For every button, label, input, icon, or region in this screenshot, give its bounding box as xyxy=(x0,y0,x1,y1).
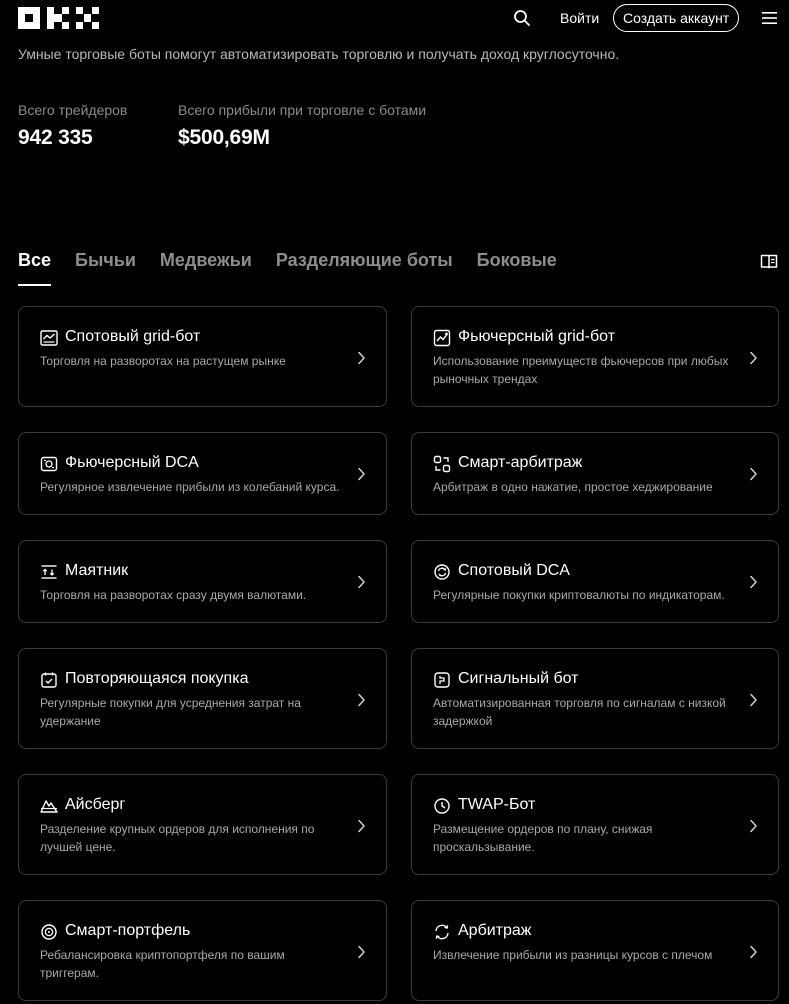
login-link[interactable]: Войти xyxy=(560,10,599,26)
chevron-right-icon xyxy=(750,575,757,589)
tab-split-bots[interactable]: Разделяющие боты xyxy=(276,250,453,286)
stat-label: Всего прибыли при торговле с ботами xyxy=(178,102,427,118)
card-description: Размещение ордеров по плану, снижая прос… xyxy=(433,822,653,854)
chevron-right-icon xyxy=(750,351,757,365)
bot-card[interactable]: Айсберг Разделение крупных ордеров для ис… xyxy=(18,774,387,875)
spot-dca-icon xyxy=(434,564,450,580)
futures-dca-icon xyxy=(40,456,58,472)
chevron-right-icon xyxy=(358,693,365,707)
chevron-right-icon xyxy=(358,945,365,959)
card-title: TWAP-Бот xyxy=(458,796,536,813)
card-description: Разделение крупных ордеров для исполнени… xyxy=(40,822,315,854)
bot-card[interactable]: Спотовый grid-бот Торговля на разворотах … xyxy=(18,306,387,407)
pendulum-icon xyxy=(41,565,57,579)
chevron-right-icon xyxy=(358,351,365,365)
card-title: Фьючерсный grid-бот xyxy=(458,328,616,345)
smart-arbitrage-icon xyxy=(433,455,451,473)
card-description: Извлечение прибыли из разницы курсов с п… xyxy=(433,948,713,962)
card-title: Смарт-арбитраж xyxy=(458,454,583,471)
card-title: Спотовый DCA xyxy=(458,562,570,579)
card-description: Торговля на разворотах на растущем рынке xyxy=(40,354,286,368)
card-title: Айсберг xyxy=(65,796,126,813)
recurring-buy-icon xyxy=(41,672,57,688)
chevron-right-icon xyxy=(750,819,757,833)
card-description: Регулярные покупки для усреднения затрат… xyxy=(40,696,301,728)
futures-grid-icon xyxy=(433,329,451,347)
card-title: Повторяющаяся покупка xyxy=(65,670,249,687)
signup-button[interactable]: Создать аккаунт xyxy=(613,4,740,32)
smart-portfolio-icon xyxy=(41,924,57,940)
search-icon[interactable] xyxy=(513,9,531,27)
stat-value: $500,69M xyxy=(178,126,270,149)
top-header: Войти Создать аккаунт xyxy=(0,0,789,38)
twap-clock-icon xyxy=(434,798,450,814)
chevron-right-icon xyxy=(750,945,757,959)
stat-label: Всего трейдеров xyxy=(18,102,128,118)
bot-card[interactable]: Маятник Торговля на разворотах сразу двум… xyxy=(18,540,387,623)
page-subtitle: Умные торговые боты помогут автоматизиро… xyxy=(18,46,620,62)
card-title: Спотовый grid-бот xyxy=(65,328,201,345)
tab-bearish[interactable]: Медвежьи xyxy=(160,250,252,286)
tab-bullish[interactable]: Бычьи xyxy=(75,250,136,286)
card-title: Арбитраж xyxy=(458,922,532,939)
stat-total-profit: Всего прибыли при торговле с ботами $500… xyxy=(178,102,426,150)
chevron-right-icon xyxy=(750,467,757,481)
card-description: Арбитраж в одно нажатие, простое хеджиро… xyxy=(433,480,713,494)
bot-card[interactable]: Смарт-портфель Ребалансировка криптопортф… xyxy=(18,900,387,1001)
tab-sideways[interactable]: Боковые xyxy=(477,250,557,286)
chevron-right-icon xyxy=(358,467,365,481)
bot-card[interactable]: Фьючерсный grid-бот Использование преимущ… xyxy=(411,306,779,407)
bot-card[interactable]: Смарт-арбитраж Арбитраж в одно нажатие, п… xyxy=(411,432,779,515)
card-description: Ребалансировка криптопортфеля по вашим т… xyxy=(40,948,285,980)
card-title: Сигнальный бот xyxy=(458,670,579,687)
card-title: Маятник xyxy=(65,562,129,579)
bot-card[interactable]: Повторяющаяся покупка Регулярные покупки … xyxy=(18,648,387,749)
card-description: Использование преимуществ фьючерсов при … xyxy=(433,354,729,386)
book-guide-icon[interactable] xyxy=(760,252,778,270)
bot-card[interactable]: Арбитраж Извлечение прибыли из разницы ку… xyxy=(411,900,779,1001)
stat-value: 942 335 xyxy=(18,126,93,149)
grid-chart-icon xyxy=(40,330,58,346)
arbitrage-icon xyxy=(435,924,449,940)
iceberg-icon xyxy=(40,800,58,813)
card-description: Автоматизированная торговля по сигналам … xyxy=(433,696,726,728)
hamburger-menu-icon[interactable] xyxy=(762,11,777,25)
chevron-right-icon xyxy=(358,819,365,833)
bot-card[interactable]: Спотовый DCA Регулярные покупки криптовал… xyxy=(411,540,779,623)
card-description: Регулярные покупки криптовалюты по индик… xyxy=(433,588,725,602)
card-title: Смарт-портфель xyxy=(65,922,191,939)
stat-total-traders: Всего трейдеров 942 335 xyxy=(18,102,127,150)
bot-card[interactable]: TWAP-Бот Размещение ордеров по плану, сни… xyxy=(411,774,779,875)
card-title: Фьючерсный DCA xyxy=(65,454,199,471)
bot-category-tabs: Все Бычьи Медвежьи Разделяющие боты Боко… xyxy=(18,250,557,286)
bot-card[interactable]: Фьючерсный DCA Регулярное извлечение приб… xyxy=(18,432,387,515)
tab-all[interactable]: Все xyxy=(18,250,52,286)
okx-logo-icon xyxy=(18,7,99,29)
chevron-right-icon xyxy=(358,575,365,589)
card-description: Торговля на разворотах сразу двумя валют… xyxy=(40,588,307,602)
okx-logo[interactable] xyxy=(18,7,99,29)
chevron-right-icon xyxy=(750,693,757,707)
card-description: Регулярное извлечение прибыли из колебан… xyxy=(40,480,340,494)
signal-bot-icon xyxy=(434,672,450,688)
bot-card[interactable]: Сигнальный бот Автоматизированная торговл… xyxy=(411,648,779,749)
